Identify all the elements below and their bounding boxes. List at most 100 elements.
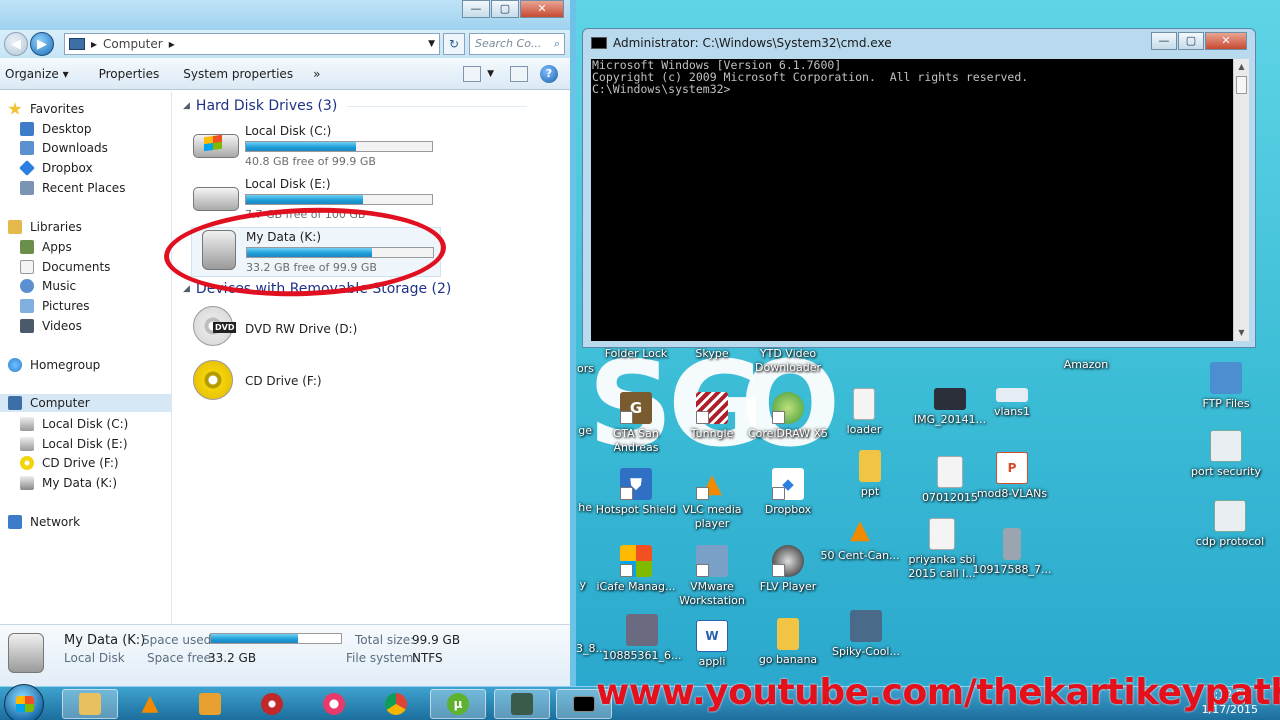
icon-label: Hotspot Shield — [595, 503, 677, 516]
nav-my-data-k[interactable]: My Data (K:) — [20, 474, 117, 492]
nav-music[interactable]: Music — [20, 277, 76, 295]
desktop-icon-ppt[interactable]: ppt — [828, 450, 912, 499]
taskbar-chrome[interactable] — [368, 689, 424, 719]
desktop-icon-spiky-cool[interactable]: Spiky-Cool... — [824, 610, 908, 659]
console-prompt: C:\Windows\system32> — [592, 82, 731, 96]
system-properties-button[interactable]: System properties — [176, 67, 300, 81]
nav-recent-places[interactable]: Recent Places — [20, 179, 125, 197]
nav-favorites[interactable]: Favorites — [8, 100, 84, 118]
nav-label: Videos — [42, 319, 82, 333]
desktop-icon-go-banana[interactable]: go banana — [746, 618, 830, 667]
maximize-button[interactable]: ▢ — [491, 0, 519, 18]
taskbar-media-player[interactable] — [182, 689, 238, 719]
nav-network[interactable]: Network — [8, 513, 80, 531]
nav-homegroup[interactable]: Homegroup — [8, 356, 100, 374]
taskbar-ytd[interactable] — [244, 689, 300, 719]
shield-icon: ⛊ — [620, 468, 652, 500]
minimize-button[interactable]: — — [462, 0, 490, 18]
nav-local-disk-e[interactable]: Local Disk (E:) — [20, 435, 128, 453]
forward-button[interactable]: ▶ — [30, 32, 54, 56]
desktop-icon-mod8-vlans[interactable]: P mod8-VLANs — [970, 452, 1054, 501]
desktop-icon-port-security[interactable]: port security — [1184, 430, 1268, 479]
chevron-down-icon[interactable]: ▼ — [428, 39, 435, 49]
desktop-icon-skype[interactable]: Skype — [670, 347, 754, 361]
desktop-icon-dropbox[interactable]: ◆ Dropbox — [746, 468, 830, 517]
windows-logo-icon — [16, 696, 34, 712]
desktop-icon-coreldraw[interactable]: CorelDRAW X5 — [746, 392, 830, 441]
drive-dvd-rw-d[interactable]: DVD DVD RW Drive (D:) — [191, 304, 441, 354]
more-commands-button[interactable]: » — [306, 67, 327, 81]
help-icon[interactable]: ? — [540, 64, 558, 83]
libraries-icon — [8, 220, 22, 234]
desktop-icon-10917588[interactable]: 10917588_7... — [970, 528, 1054, 577]
address-bar[interactable]: ▸ Computer ▸ ▼ — [64, 33, 440, 55]
icon-label: mod8-VLANs — [976, 487, 1048, 500]
desktop-icon-amazon[interactable]: Amazon — [1044, 358, 1128, 372]
scroll-down-icon[interactable]: ▼ — [1234, 325, 1249, 341]
nav-cd-drive-f[interactable]: CD Drive (F:) — [20, 454, 119, 472]
group-hard-disk-drives[interactable]: ◢ Hard Disk Drives (3) — [183, 98, 528, 114]
nav-videos[interactable]: Videos — [20, 317, 82, 335]
nav-downloads[interactable]: Downloads — [20, 139, 108, 157]
desktop-icon-hotspot-shield[interactable]: ⛊ Hotspot Shield — [594, 468, 678, 517]
folder-icon — [859, 450, 881, 482]
desktop-icon-loader[interactable]: loader — [822, 388, 906, 437]
nav-pictures[interactable]: Pictures — [20, 297, 90, 315]
drive-cd-f[interactable]: CD Drive (F:) — [191, 358, 441, 408]
icon-label: Tunngle — [690, 427, 734, 440]
desktop-icon-icafe[interactable]: iCafe Manag... — [594, 545, 678, 594]
desktop-icon-ftp-files[interactable]: FTP Files — [1184, 362, 1268, 411]
close-button[interactable]: ✕ — [520, 0, 564, 18]
back-button[interactable]: ◀ — [4, 32, 28, 56]
maximize-button[interactable]: ▢ — [1178, 32, 1204, 50]
scroll-thumb[interactable] — [1236, 76, 1247, 94]
drive-name: DVD RW Drive (D:) — [245, 322, 358, 336]
taskbar-itunes[interactable] — [306, 689, 362, 719]
cmd-scrollbar[interactable]: ▲ ▼ — [1233, 59, 1249, 341]
desktop-icon-folder-lock[interactable]: Folder Lock — [594, 347, 678, 361]
organize-button[interactable]: Organize ▾ — [0, 67, 76, 81]
preview-pane-icon[interactable] — [510, 65, 528, 82]
desktop-icon-50-cent[interactable]: ▲ 50 Cent-Can... — [818, 514, 902, 563]
chrome-icon — [385, 693, 407, 715]
collapse-icon[interactable]: ◢ — [183, 101, 190, 111]
desktop-icon-ytd[interactable]: YTD Video Downloader — [746, 347, 830, 375]
change-view-icon[interactable] — [463, 65, 482, 82]
minimize-button[interactable]: — — [1151, 32, 1177, 50]
nav-libraries[interactable]: Libraries — [8, 218, 82, 236]
taskbar-utorrent[interactable]: µ — [430, 689, 486, 719]
nav-desktop[interactable]: Desktop — [20, 120, 92, 138]
collapse-icon[interactable]: ◢ — [183, 284, 190, 294]
taskbar-vlc[interactable]: ▲ — [122, 689, 178, 719]
nav-documents[interactable]: Documents — [20, 258, 110, 276]
cmd-console[interactable]: Microsoft Windows [Version 6.1.7600] Cop… — [591, 59, 1233, 341]
desktop-icon-appli[interactable]: W appli — [670, 620, 754, 669]
explorer-titlebar[interactable]: — ▢ ✕ — [0, 0, 570, 30]
document-icon — [929, 518, 955, 550]
start-button[interactable] — [4, 684, 44, 720]
drive-local-disk-c[interactable]: Local Disk (C:) 40.8 GB free of 99.9 GB — [191, 122, 441, 172]
search-input[interactable]: Search Co... ⌕ — [469, 33, 565, 55]
chevron-down-icon[interactable]: ▼ — [487, 69, 494, 79]
nav-apps[interactable]: Apps — [20, 238, 72, 256]
close-button[interactable]: ✕ — [1205, 32, 1247, 50]
desktop-icon-vlans1[interactable]: vlans1 — [970, 388, 1054, 419]
refresh-button[interactable]: ↻ — [443, 33, 465, 55]
desktop-icon-vmware[interactable]: VMware Workstation — [670, 545, 754, 608]
nav-computer[interactable]: Computer — [0, 394, 171, 412]
desktop-icon-gta[interactable]: G GTA San Andreas — [594, 392, 678, 455]
nav-label: Libraries — [30, 220, 82, 234]
scroll-up-icon[interactable]: ▲ — [1234, 59, 1249, 75]
icon-label: Skype — [695, 347, 729, 360]
desktop-icon-vlc[interactable]: ▲ VLC media player — [670, 468, 754, 531]
properties-button[interactable]: Properties — [92, 67, 167, 81]
desktop-icon-tunngle[interactable]: Tunngle — [670, 392, 754, 441]
nav-local-disk-c[interactable]: Local Disk (C:) — [20, 415, 128, 433]
taskbar-capture[interactable] — [494, 689, 550, 719]
desktop-icon-cdp-protocol[interactable]: cdp protocol — [1188, 500, 1272, 549]
address-root[interactable]: Computer — [103, 37, 163, 51]
taskbar-explorer[interactable] — [62, 689, 118, 719]
vlc-cone-icon: ▲ — [696, 468, 728, 500]
nav-dropbox[interactable]: Dropbox — [19, 159, 93, 177]
chevron-right-icon[interactable]: ▸ — [169, 37, 175, 51]
